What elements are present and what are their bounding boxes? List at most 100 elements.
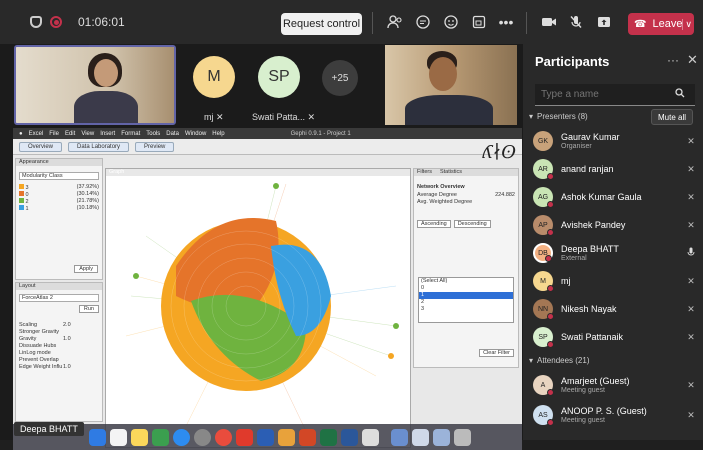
mic-muted-icon[interactable] xyxy=(567,13,585,31)
participant-row[interactable]: AR anand ranjan ✕ xyxy=(533,156,698,182)
run-button[interactable]: Run xyxy=(78,305,99,313)
meeting-timer: 01:06:01 xyxy=(78,15,125,29)
tab-data-laboratory[interactable]: Data Laboratory xyxy=(68,141,130,152)
mic-muted-icon[interactable]: ✕ xyxy=(684,136,698,147)
mute-all-button[interactable]: Mute all xyxy=(651,109,694,125)
overflow-participants-badge[interactable]: +25 xyxy=(322,60,358,96)
clear-filter-button[interactable]: Clear Filter xyxy=(479,349,514,357)
mic-muted-icon[interactable]: ✕ xyxy=(684,276,698,287)
participant-row[interactable]: AG Ashok Kumar Gaula ✕ xyxy=(533,184,698,210)
powerpoint-icon[interactable] xyxy=(299,428,316,446)
more-options-icon[interactable]: ··· xyxy=(667,53,679,67)
finder-icon[interactable] xyxy=(89,428,106,446)
mic-muted-icon[interactable]: ✕ xyxy=(684,380,698,391)
graph-node xyxy=(393,323,399,329)
mic-muted-icon[interactable]: ✕ xyxy=(684,192,698,203)
reactions-icon[interactable] xyxy=(442,13,460,31)
mic-muted-icon[interactable]: ✕ xyxy=(684,164,698,175)
mic-muted-icon[interactable]: ✕ xyxy=(684,304,698,315)
legend-row: 2 (21.78%) xyxy=(19,198,99,205)
participant-row[interactable]: GK Gaurav Kumar Organiser ✕ xyxy=(533,128,698,154)
teams-icon[interactable] xyxy=(257,428,274,446)
participant-row[interactable]: NN Nikesh Nayak ✕ xyxy=(533,296,698,322)
tab-overview[interactable]: Overview xyxy=(19,141,63,152)
graph-canvas[interactable]: Graph xyxy=(105,168,411,448)
phone-hangup-icon: ☎ xyxy=(634,18,647,30)
calendar-icon[interactable] xyxy=(110,428,127,446)
app-icon[interactable] xyxy=(278,428,295,446)
avatar: AP xyxy=(533,215,554,236)
window-title: Gephi 0.9.1 - Project 1 xyxy=(290,130,351,137)
video-tile-speaker[interactable] xyxy=(385,45,517,125)
person-body xyxy=(74,91,138,123)
settings-icon[interactable] xyxy=(194,428,211,446)
mic-muted-icon[interactable]: ✕ xyxy=(684,410,698,421)
status-dot xyxy=(547,341,554,348)
camera-icon[interactable] xyxy=(540,13,558,31)
mic-muted-icon: ✕ xyxy=(307,112,316,122)
tab-filters[interactable]: Filters xyxy=(417,169,432,176)
panel-title: Participants xyxy=(535,54,610,69)
breakout-rooms-icon[interactable] xyxy=(470,13,488,31)
avatar[interactable]: SP xyxy=(258,56,300,98)
participants-icon[interactable] xyxy=(386,13,404,31)
word-icon[interactable] xyxy=(341,428,358,446)
video-tile-presenter[interactable] xyxy=(14,45,176,125)
partition-list[interactable]: (Select All) 0 1 2 3 xyxy=(418,277,514,323)
shared-screen[interactable]: ● Excel File Edit View Insert Format Too… xyxy=(13,128,522,450)
descending-button[interactable]: Descending xyxy=(453,220,491,228)
person-body xyxy=(405,95,493,125)
participant-row[interactable]: M mj ✕ xyxy=(533,268,698,294)
gephi-icon[interactable] xyxy=(362,428,379,446)
share-screen-icon[interactable] xyxy=(595,13,613,31)
tab-preview[interactable]: Preview xyxy=(135,141,175,152)
acrobat-icon[interactable] xyxy=(236,428,253,446)
avatar[interactable]: M xyxy=(193,56,235,98)
excel-icon[interactable] xyxy=(320,428,337,446)
search-icon[interactable] xyxy=(675,88,685,101)
mic-muted-icon[interactable]: ✕ xyxy=(684,220,698,231)
participant-row[interactable]: A Amarjeet (Guest) Meeting guest ✕ xyxy=(533,372,698,398)
chevron-down-icon[interactable]: ∨ xyxy=(682,18,694,30)
list-item[interactable]: 0 xyxy=(419,285,513,292)
param-row: Scaling 2.0 xyxy=(19,322,71,328)
list-item[interactable]: 3 xyxy=(419,306,513,313)
close-icon[interactable]: ✕ xyxy=(687,52,698,68)
layout-select[interactable]: ForceAtlas 2 xyxy=(19,294,99,302)
attendees-section-header[interactable]: ▾ Attendees (21) xyxy=(529,356,590,365)
mic-muted-icon[interactable]: ✕ xyxy=(684,332,698,343)
ascending-button[interactable]: Ascending xyxy=(417,220,451,228)
meeting-stage: M mj ✕ SP Swati Patta... ✕ +25 ● Excel F… xyxy=(0,44,523,450)
apply-button[interactable]: Apply xyxy=(74,265,98,273)
trash-icon[interactable] xyxy=(454,428,471,446)
select-all-option[interactable]: (Select All) xyxy=(419,278,513,285)
request-control-button[interactable]: Request control xyxy=(281,13,362,35)
search-input[interactable] xyxy=(535,89,675,100)
avatar: GK xyxy=(533,131,553,151)
legend-swatch xyxy=(19,205,24,210)
more-actions-icon[interactable]: ••• xyxy=(497,13,515,31)
mic-icon[interactable] xyxy=(684,247,698,259)
participant-row[interactable]: AP Avishek Pandey ✕ xyxy=(533,212,698,238)
participant-row[interactable]: SP Swati Pattanaik ✕ xyxy=(533,324,698,350)
participant-row[interactable]: AS ANOOP P. S. (Guest) Meeting guest ✕ xyxy=(533,402,698,428)
list-item-selected[interactable]: 1 xyxy=(419,292,513,299)
window-thumbnail[interactable] xyxy=(412,428,429,446)
param-row: Gravity 1.0 xyxy=(19,336,71,342)
window-thumbnail[interactable] xyxy=(433,428,450,446)
participant-row[interactable]: DB Deepa BHATT External xyxy=(533,240,698,266)
window-thumbnail[interactable] xyxy=(391,428,408,446)
presenters-section-header[interactable]: ▾ Presenters (8) xyxy=(529,112,588,121)
safari-icon[interactable] xyxy=(173,428,190,446)
list-item[interactable]: 2 xyxy=(419,299,513,306)
notes-icon[interactable] xyxy=(131,428,148,446)
stat-row: Avg. Weighted Degree xyxy=(417,199,473,205)
chrome-icon[interactable] xyxy=(215,428,232,446)
legend-swatch xyxy=(19,198,24,203)
partition-select[interactable]: Modularity Class xyxy=(19,172,99,180)
leave-button[interactable]: ☎ Leave ∨ xyxy=(628,13,694,35)
numbers-icon[interactable] xyxy=(152,428,169,446)
mac-dock xyxy=(13,424,522,450)
chat-icon[interactable] xyxy=(414,13,432,31)
tab-statistics[interactable]: Statistics xyxy=(440,169,462,176)
